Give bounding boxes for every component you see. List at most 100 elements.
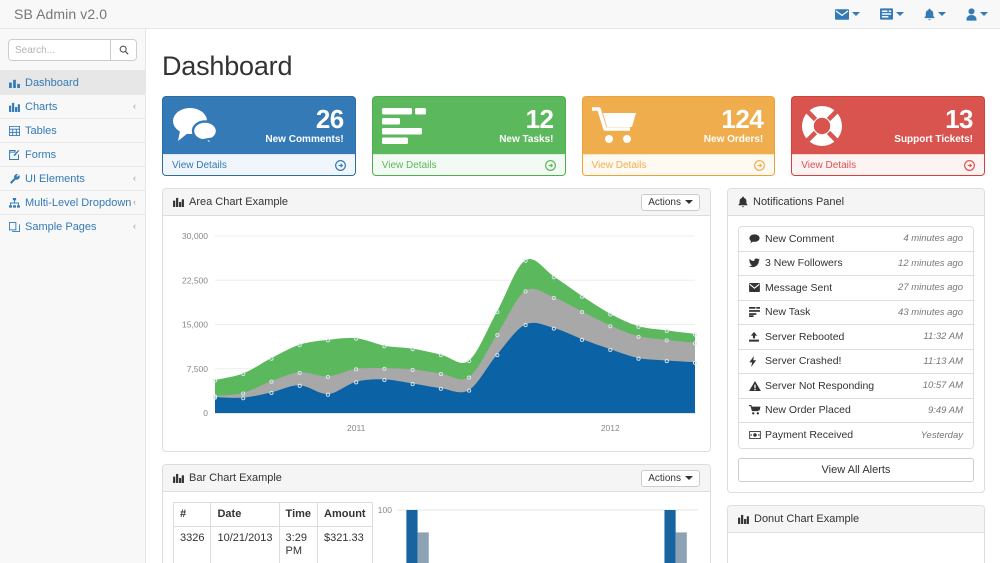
panel-title: Notifications Panel bbox=[753, 196, 844, 208]
panel-title: Area Chart Example bbox=[189, 196, 288, 208]
notification-time: 43 minutes ago bbox=[898, 307, 963, 318]
table-header-0: # bbox=[174, 503, 211, 527]
bolt-icon bbox=[749, 356, 762, 367]
dashboard-icon bbox=[9, 78, 22, 88]
panel-notifications: Notifications Panel New Comment 4 minutes… bbox=[727, 188, 985, 493]
tasks-icon bbox=[880, 8, 893, 20]
stat-panel-support-tickets[interactable]: 13 Support Tickets! View Details bbox=[791, 96, 985, 176]
stat-footer[interactable]: View Details bbox=[583, 154, 775, 175]
envelope-icon bbox=[835, 9, 849, 20]
notification-label: Message Sent bbox=[765, 282, 832, 294]
stat-footer[interactable]: View Details bbox=[373, 154, 565, 175]
stat-values: 13 Support Tickets! bbox=[894, 106, 973, 145]
chevron-down-icon bbox=[852, 12, 860, 16]
sidebar-item-label: UI Elements bbox=[25, 173, 85, 185]
right-column: Notifications Panel New Comment 4 minutes… bbox=[727, 188, 985, 563]
twitter-icon bbox=[749, 258, 762, 268]
notification-label: Payment Received bbox=[765, 429, 853, 441]
bar-chart[interactable]: 75100 bbox=[357, 502, 700, 563]
panel-heading: Area Chart Example Actions bbox=[163, 189, 710, 216]
panel-heading: Donut Chart Example bbox=[728, 506, 984, 533]
table-cell: 3:29 PM bbox=[279, 527, 317, 563]
search-button[interactable] bbox=[110, 40, 136, 60]
sidebar-item-multi-level-dropdown[interactable]: Multi-Level Dropdown ‹ bbox=[0, 190, 145, 214]
sidebar-item-dashboard[interactable]: Dashboard bbox=[0, 70, 145, 94]
shopping-cart-icon bbox=[592, 107, 638, 145]
panel-bar-chart: Bar Chart Example Actions #DateTimeAmoun… bbox=[162, 464, 711, 563]
user-dropdown[interactable] bbox=[966, 8, 988, 21]
notification-item[interactable]: Payment ReceivedYesterday bbox=[739, 423, 973, 448]
svg-text:15,000: 15,000 bbox=[182, 320, 208, 330]
panel-body: #DateTimeAmount 332610/21/20133:29 PM$32… bbox=[163, 492, 710, 563]
brand-title[interactable]: SB Admin v2.0 bbox=[0, 0, 107, 28]
sidebar-item-sample-pages[interactable]: Sample Pages ‹ bbox=[0, 214, 145, 238]
search-icon bbox=[119, 43, 129, 58]
notification-item[interactable]: New Order Placed9:49 AM bbox=[739, 399, 973, 424]
panel-body bbox=[728, 533, 984, 563]
notification-time: 4 minutes ago bbox=[903, 233, 963, 244]
notification-item[interactable]: Server Not Responding10:57 AM bbox=[739, 374, 973, 399]
life-ring-icon bbox=[801, 105, 843, 147]
area-chart[interactable]: 07,50015,00022,50030,000 20112012 bbox=[173, 226, 700, 441]
tasks-dropdown[interactable] bbox=[880, 8, 904, 20]
search-input[interactable] bbox=[9, 40, 110, 60]
view-details-label: View Details bbox=[382, 160, 437, 171]
stat-panel-new-tasks[interactable]: 12 New Tasks! View Details bbox=[372, 96, 566, 176]
donut-chart[interactable] bbox=[738, 543, 974, 563]
stat-body: 124 New Orders! bbox=[583, 97, 775, 154]
upload-icon bbox=[749, 332, 762, 342]
arrow-circle-right-icon bbox=[335, 160, 346, 171]
chevron-down-icon bbox=[938, 12, 946, 16]
panel-body: 07,50015,00022,50030,000 20112012 bbox=[163, 216, 710, 451]
stat-panel-new-comments[interactable]: 26 New Comments! View Details bbox=[162, 96, 356, 176]
chevron-down-icon bbox=[980, 12, 988, 16]
sidebar-item-tables[interactable]: Tables bbox=[0, 118, 145, 142]
notification-time: 11:13 AM bbox=[923, 356, 963, 367]
view-all-alerts-button[interactable]: View All Alerts bbox=[738, 458, 974, 482]
transactions-table: #DateTimeAmount 332610/21/20133:29 PM$32… bbox=[173, 502, 373, 563]
sidebar-item-label: Charts bbox=[25, 101, 57, 113]
actions-dropdown-button[interactable]: Actions bbox=[641, 470, 700, 487]
svg-text:30,000: 30,000 bbox=[182, 231, 208, 241]
notification-item[interactable]: 3 New Followers12 minutes ago bbox=[739, 252, 973, 277]
actions-dropdown-button[interactable]: Actions bbox=[641, 194, 700, 211]
stat-footer[interactable]: View Details bbox=[163, 154, 355, 175]
bell-icon bbox=[738, 196, 748, 208]
notification-item[interactable]: Message Sent27 minutes ago bbox=[739, 276, 973, 301]
notification-item[interactable]: New Comment 4 minutes ago bbox=[739, 227, 973, 252]
panel-heading: Notifications Panel bbox=[728, 189, 984, 216]
svg-text:7,500: 7,500 bbox=[187, 364, 209, 374]
bar-chart-icon bbox=[173, 197, 184, 207]
panel-heading: Bar Chart Example Actions bbox=[163, 465, 710, 492]
notification-item[interactable]: Server Crashed! 11:13 AM bbox=[739, 350, 973, 375]
chevron-left-icon: ‹ bbox=[133, 102, 136, 111]
main-content: Dashboard 26 New Comments! V bbox=[147, 29, 1000, 563]
stat-panel-new-orders[interactable]: 124 New Orders! View Details bbox=[582, 96, 776, 176]
panel-title: Donut Chart Example bbox=[754, 513, 859, 525]
table-row[interactable]: 332610/21/20133:29 PM$321.33 bbox=[174, 527, 373, 563]
arrow-circle-right-icon bbox=[545, 160, 556, 171]
sidebar-item-forms[interactable]: Forms bbox=[0, 142, 145, 166]
sidebar-item-ui-elements[interactable]: UI Elements ‹ bbox=[0, 166, 145, 190]
sitemap-icon bbox=[9, 198, 22, 208]
stat-value: 13 bbox=[894, 106, 973, 132]
actions-label: Actions bbox=[648, 197, 681, 208]
table-cell: 10/21/2013 bbox=[211, 527, 279, 563]
sidebar-item-label: Sample Pages bbox=[25, 221, 97, 233]
stat-label: New Tasks! bbox=[499, 135, 553, 145]
dashboard-columns: Area Chart Example Actions bbox=[162, 188, 985, 563]
stat-footer[interactable]: View Details bbox=[792, 154, 984, 175]
messages-dropdown[interactable] bbox=[835, 9, 860, 20]
actions-label: Actions bbox=[648, 473, 681, 484]
notification-item[interactable]: Server Rebooted11:32 AM bbox=[739, 325, 973, 350]
table-body: 332610/21/20133:29 PM$321.33 bbox=[174, 527, 373, 563]
notification-item[interactable]: New Task43 minutes ago bbox=[739, 301, 973, 326]
files-icon bbox=[9, 222, 22, 232]
alerts-dropdown[interactable] bbox=[924, 8, 946, 21]
notification-label: New Comment bbox=[765, 233, 834, 245]
table-header-1: Date bbox=[211, 503, 279, 527]
sidebar-item-charts[interactable]: Charts ‹ bbox=[0, 94, 145, 118]
notification-label: Server Crashed! bbox=[765, 355, 841, 367]
stat-body: 13 Support Tickets! bbox=[792, 97, 984, 154]
navbar-right-menu bbox=[835, 8, 1000, 21]
